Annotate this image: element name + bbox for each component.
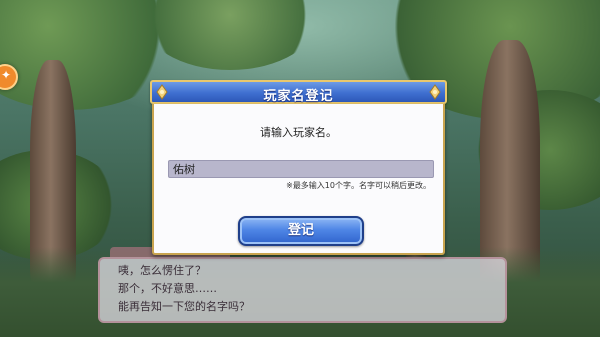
dialogue-text: 咦，怎么愣住了？ 那个，不好意思…… 能再告知一下您的名字吗？ (118, 262, 250, 316)
ornament-icon (429, 84, 441, 100)
modal-body: 请输入玩家名。 ※最多输入10个字。名字可以稍后更改。 登记 (152, 104, 445, 255)
dialogue-line: 能再告知一下您的名字吗？ (118, 300, 250, 313)
modal-header: 玩家名登记 (150, 80, 447, 104)
register-button[interactable]: 登记 (238, 216, 364, 246)
input-note: ※最多输入10个字。名字可以稍后更改。 (286, 181, 431, 190)
modal-title: 玩家名登记 (263, 89, 334, 104)
player-name-input[interactable] (168, 160, 434, 178)
prompt-text: 请输入玩家名。 (260, 126, 337, 139)
dialogue-line: 那个，不好意思…… (118, 282, 217, 295)
dialogue-line: 咦，怎么愣住了？ (118, 264, 206, 277)
player-name-registration-modal: 玩家名登记 请输入玩家名。 ※最多输入10个字。名字可以稍后更改。 登记 (150, 80, 447, 255)
